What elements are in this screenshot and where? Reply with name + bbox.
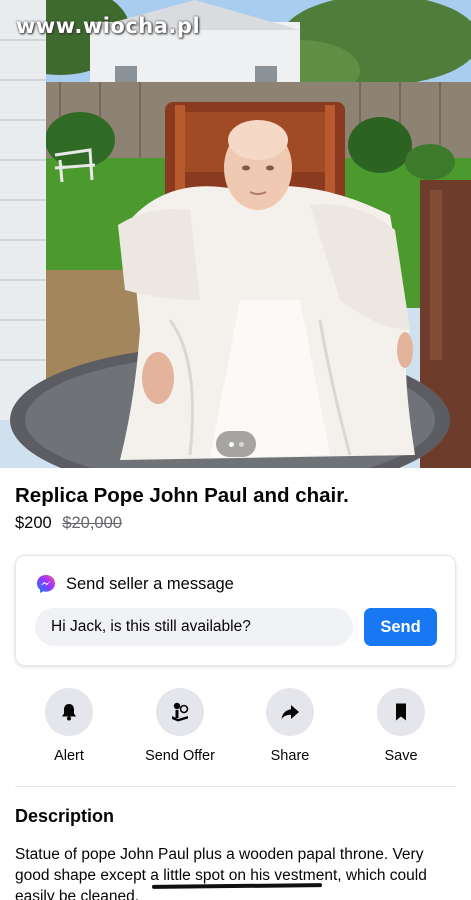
save-label: Save [384, 748, 418, 764]
message-input[interactable]: Hi Jack, is this still available? [35, 608, 353, 646]
description-heading: Description [15, 806, 115, 826]
card-header: Send seller a message [36, 574, 234, 594]
section-divider [15, 786, 456, 787]
share-button[interactable]: Share [240, 688, 340, 764]
alert-label: Alert [54, 748, 84, 764]
share-label: Share [270, 748, 310, 764]
listing-photo[interactable]: www.wiocha.pl [0, 0, 471, 468]
action-buttons: Alert Send Offer Share Save [0, 688, 471, 778]
carousel-dot[interactable] [238, 441, 244, 447]
watermark-text: www.wiocha.pl [16, 14, 201, 38]
alert-button[interactable]: Alert [19, 688, 119, 764]
original-price: $20,000 [62, 514, 122, 532]
photo-scene [0, 0, 471, 468]
alert-button-circle[interactable] [45, 688, 93, 736]
save-button[interactable]: Save [351, 688, 451, 764]
description-text: Statue of pope John Paul plus a wooden p… [15, 846, 427, 900]
share-button-circle[interactable] [266, 688, 314, 736]
send-button[interactable]: Send [364, 608, 437, 646]
price-row: $200 $20,000 [15, 514, 122, 533]
send-message-card: Send seller a message Hi Jack, is this s… [15, 555, 456, 666]
carousel-dot-active[interactable] [228, 441, 234, 447]
carousel-indicator[interactable] [216, 431, 256, 457]
card-title: Send seller a message [66, 574, 234, 593]
bookmark-icon [396, 703, 406, 721]
share-arrow-icon [281, 705, 299, 719]
send-offer-button[interactable]: Send Offer [130, 688, 230, 764]
send-offer-label: Send Offer [145, 748, 215, 764]
offer-icon [172, 702, 189, 722]
price: $200 [15, 514, 52, 532]
listing-title: Replica Pope John Paul and chair. [15, 484, 349, 507]
bell-icon [62, 704, 76, 721]
messenger-icon [37, 575, 55, 593]
save-button-circle[interactable] [377, 688, 425, 736]
send-offer-button-circle[interactable] [156, 688, 204, 736]
